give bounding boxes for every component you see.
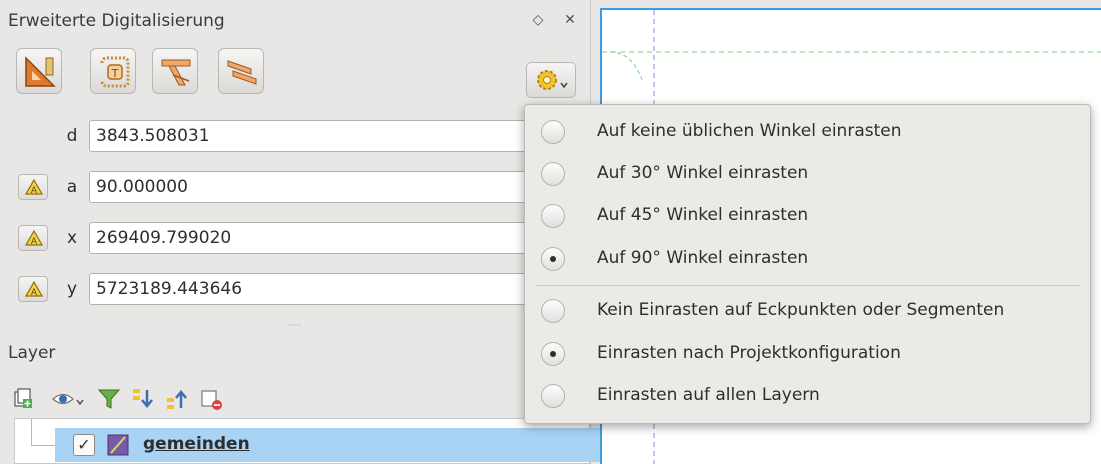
menu-item-label: Einrasten nach Projektkonfiguration <box>597 343 901 363</box>
radio-button[interactable] <box>541 204 565 228</box>
menu-item-label: Auf 45° Winkel einrasten <box>597 205 809 225</box>
svg-text:A: A <box>31 186 38 195</box>
warning-lock-icon: A <box>25 179 43 195</box>
menu-item-snap-90[interactable]: Auf 90° Winkel einrasten <box>525 238 1090 280</box>
perpendicular-tool-button[interactable] <box>152 48 198 94</box>
layer-name: gemeinden <box>143 434 250 454</box>
angle-input[interactable]: 90.000000 <box>89 171 539 203</box>
radio-dot <box>550 256 556 262</box>
menu-item-label: Auf keine üblichen Winkel einrasten <box>597 121 902 141</box>
radio-button-selected[interactable] <box>541 342 565 366</box>
radio-button[interactable] <box>541 120 565 144</box>
warning-lock-icon: A <box>25 230 43 246</box>
angle-lock-button[interactable]: A <box>18 174 48 200</box>
menu-item-label: Auf 30° Winkel einrasten <box>597 163 809 183</box>
svg-text:A: A <box>31 288 38 297</box>
filter-icon <box>97 389 121 409</box>
construction-tool-icon <box>25 56 56 87</box>
construction-tool-button[interactable] <box>16 48 62 94</box>
radio-button[interactable] <box>541 299 565 323</box>
x-lock-button[interactable]: A <box>18 225 48 251</box>
settings-dropdown-button[interactable] <box>526 62 576 98</box>
menu-item-snap-45[interactable]: Auf 45° Winkel einrasten <box>525 195 1090 237</box>
menu-item-label: Kein Einrasten auf Eckpunkten oder Segme… <box>597 300 1005 320</box>
collapse-all-icon <box>167 390 187 409</box>
advanced-digitizing-panel: Erweiterte Digitalisierung ◇ ✕ T d 3843.… <box>0 0 601 464</box>
distance-row: d 3843.508031 <box>0 120 540 154</box>
menu-separator <box>535 285 1080 286</box>
x-input[interactable]: 269409.799020 <box>89 222 539 254</box>
radio-button[interactable] <box>541 162 565 186</box>
snap-tool-button[interactable] <box>218 48 264 94</box>
distance-label: d <box>66 126 78 146</box>
svg-text:T: T <box>111 67 119 80</box>
layer-panel-title: Layer <box>8 343 56 363</box>
menu-item-label: Einrasten auf allen Layern <box>597 385 820 405</box>
tree-branch-line <box>31 419 58 446</box>
radio-button[interactable] <box>541 384 565 408</box>
layer-tree: ✓ gemeinden <box>14 418 601 464</box>
layer-item[interactable]: ✓ gemeinden <box>55 428 601 462</box>
menu-item-all-layers[interactable]: Einrasten auf allen Layern <box>525 375 1090 417</box>
x-row: A x 269409.799020 <box>0 222 540 256</box>
warning-lock-icon: A <box>25 281 43 297</box>
menu-item-no-common-angles[interactable]: Auf keine üblichen Winkel einrasten <box>525 111 1090 153</box>
radio-dot <box>550 351 556 357</box>
distance-input[interactable]: 3843.508031 <box>89 120 539 152</box>
y-input[interactable]: 5723189.443646 <box>89 273 539 305</box>
angle-label: a <box>66 177 78 197</box>
layer-visibility-checkbox[interactable]: ✓ <box>73 434 95 456</box>
menu-item-label: Auf 90° Winkel einrasten <box>597 248 809 268</box>
dock-splitter[interactable]: ····· <box>0 322 590 330</box>
y-lock-button[interactable]: A <box>18 276 48 302</box>
perpendicular-tool-icon <box>161 59 191 86</box>
add-group-button[interactable] <box>10 386 36 412</box>
snapping-options-menu: Auf keine üblichen Winkel einrasten Auf … <box>524 104 1091 424</box>
visibility-button[interactable] <box>50 386 90 412</box>
svg-text:A: A <box>31 237 38 246</box>
visibility-icon <box>52 393 84 406</box>
collapse-all-button[interactable] <box>164 386 190 412</box>
polygon-layer-icon <box>107 434 129 456</box>
gear-icon <box>537 70 568 90</box>
close-button[interactable]: ✕ <box>560 10 580 30</box>
parallel-tool-button[interactable]: T <box>90 48 136 94</box>
menu-item-snap-30[interactable]: Auf 30° Winkel einrasten <box>525 153 1090 195</box>
menu-item-project-config[interactable]: Einrasten nach Projektkonfiguration <box>525 333 1090 375</box>
parallel-tool-icon: T <box>100 56 130 88</box>
angle-row: A a 90.000000 <box>0 171 540 205</box>
y-row: A y 5723189.443646 <box>0 273 540 307</box>
float-button[interactable]: ◇ <box>528 10 548 30</box>
add-group-icon <box>14 388 32 408</box>
panel-title: Erweiterte Digitalisierung <box>8 11 225 31</box>
y-label: y <box>66 279 78 299</box>
filter-button[interactable] <box>96 386 122 412</box>
remove-layer-icon <box>201 390 222 410</box>
expand-all-icon <box>133 389 153 408</box>
snap-tool-icon <box>227 60 257 85</box>
menu-item-no-snapping[interactable]: Kein Einrasten auf Eckpunkten oder Segme… <box>525 290 1090 332</box>
radio-button-selected[interactable] <box>541 247 565 271</box>
x-label: x <box>66 228 78 248</box>
remove-layer-button[interactable] <box>198 386 224 412</box>
expand-all-button[interactable] <box>130 386 156 412</box>
